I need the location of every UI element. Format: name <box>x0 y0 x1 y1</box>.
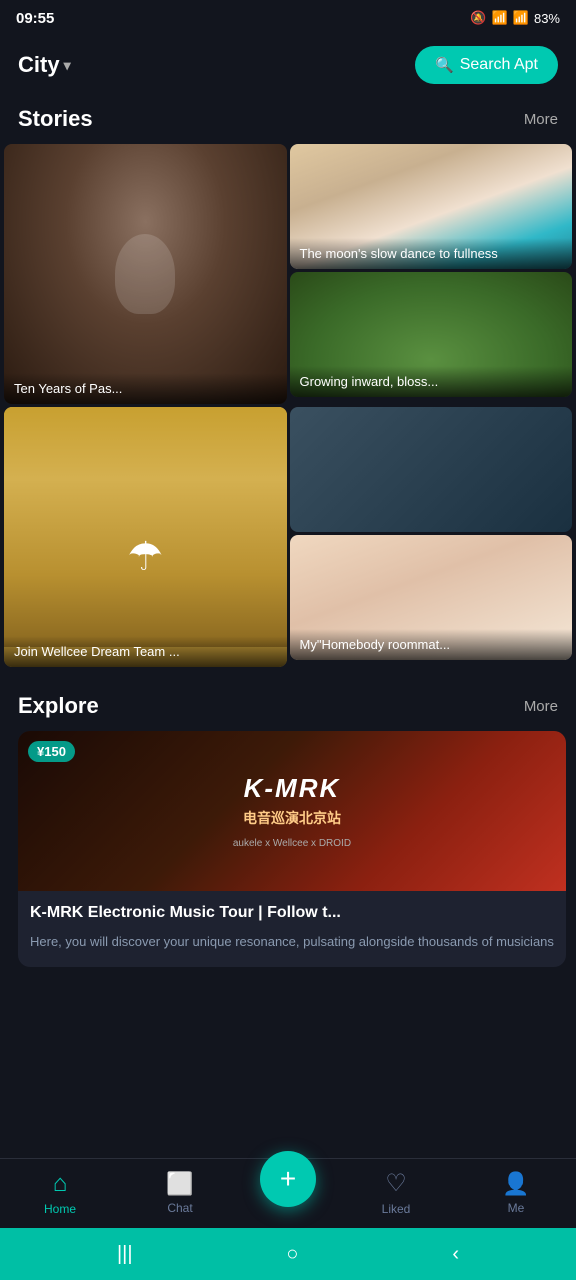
liked-label: Liked <box>382 1202 411 1216</box>
explore-card-desc-1: Here, you will discover your unique reso… <box>30 932 554 952</box>
home-icon: ⌂ <box>53 1170 68 1198</box>
story-image-5 <box>290 407 573 532</box>
story-label-4: Join Wellcee Dream Team ... <box>4 636 287 667</box>
city-selector[interactable]: City ▾ <box>18 52 71 78</box>
story-label-3: Growing inward, bloss... <box>290 366 573 397</box>
wifi-icon: 📶 <box>492 10 508 26</box>
plus-icon: + <box>280 1165 296 1193</box>
app-header: City ▾ 🔍 Search Apt <box>0 36 576 98</box>
system-back-button[interactable]: ‹ <box>452 1243 459 1266</box>
explore-cards-list[interactable]: K-MRK 电音巡演北京站 aukele x Wellcee x DROID ¥… <box>0 731 576 979</box>
status-time: 09:55 <box>16 10 54 27</box>
explore-card-1[interactable]: K-MRK 电音巡演北京站 aukele x Wellcee x DROID ¥… <box>18 731 566 967</box>
explore-title: Explore <box>18 693 99 719</box>
story-card-6[interactable]: My"Homebody roommat... <box>290 535 573 660</box>
explore-card-image-1: K-MRK 电音巡演北京站 aukele x Wellcee x DROID ¥… <box>18 731 566 891</box>
bottom-nav: ⌂ Home ⬜ Chat + ♡ Liked 👤 Me <box>0 1158 576 1228</box>
signal-icon: 📶 <box>513 10 529 26</box>
chat-label: Chat <box>167 1201 192 1215</box>
kmrk-title: K-MRK <box>244 773 341 804</box>
stories-more-link[interactable]: More <box>524 111 558 128</box>
nav-plus-button[interactable]: + <box>260 1151 316 1207</box>
nav-item-chat[interactable]: ⬜ Chat <box>140 1171 220 1215</box>
chevron-down-icon: ▾ <box>64 57 71 74</box>
system-nav-bar: ||| ○ ‹ <box>0 1228 576 1280</box>
me-label: Me <box>508 1201 525 1215</box>
system-pause-button[interactable]: ||| <box>117 1243 133 1266</box>
chat-icon: ⬜ <box>166 1171 193 1197</box>
profile-icon: 👤 <box>502 1171 529 1197</box>
heart-icon: ♡ <box>385 1169 407 1198</box>
main-content: Stories More Ten Years of Pas... <box>0 98 576 1109</box>
search-apt-button[interactable]: 🔍 Search Apt <box>415 46 558 84</box>
stories-grid: Ten Years of Pas... The moon's slow danc… <box>0 144 576 667</box>
explore-card-title-1: K-MRK Electronic Music Tour | Follow t..… <box>30 903 554 924</box>
story-label-5: My"Homebody roommat... <box>290 629 573 660</box>
story-card-2[interactable]: The moon's slow dance to fullness <box>290 144 573 269</box>
nav-item-home[interactable]: ⌂ Home <box>20 1170 100 1216</box>
kmrk-logos: aukele x Wellcee x DROID <box>233 838 351 849</box>
search-icon: 🔍 <box>435 56 454 74</box>
nav-item-liked[interactable]: ♡ Liked <box>356 1169 436 1216</box>
stories-section-header: Stories More <box>0 98 576 144</box>
explore-price-badge-1: ¥150 <box>28 741 75 762</box>
explore-section-header: Explore More <box>0 685 576 731</box>
story-card-3[interactable]: Growing inward, bloss... <box>290 272 573 397</box>
explore-card-body-1: K-MRK Electronic Music Tour | Follow t..… <box>18 891 566 967</box>
stories-title: Stories <box>18 106 93 132</box>
kmrk-subtitle: 电音巡演北京站 <box>243 808 341 828</box>
explore-section: Explore More K-MRK 电音巡演北京站 aukele x Well… <box>0 685 576 979</box>
story-label-1: Ten Years of Pas... <box>4 373 287 404</box>
battery-text: 83% <box>534 11 560 26</box>
search-apt-label: Search Apt <box>460 56 538 74</box>
nav-item-me[interactable]: 👤 Me <box>476 1171 556 1215</box>
home-label: Home <box>44 1202 76 1216</box>
system-home-button[interactable]: ○ <box>286 1243 298 1266</box>
status-icons: 🔕 📶 📶 83% <box>470 10 560 26</box>
mute-icon: 🔕 <box>470 10 486 26</box>
city-label: City <box>18 52 60 78</box>
story-label-2: The moon's slow dance to fullness <box>290 238 573 269</box>
kmrk-image: K-MRK 电音巡演北京站 aukele x Wellcee x DROID <box>18 731 566 891</box>
story-card-1[interactable]: Ten Years of Pas... <box>4 144 287 404</box>
story-card-4[interactable]: ☂ Join Wellcee Dream Team ... <box>4 407 287 667</box>
story-image-1 <box>4 144 287 404</box>
explore-more-link[interactable]: More <box>524 698 558 715</box>
story-image-4: ☂ <box>4 407 287 667</box>
status-bar: 09:55 🔕 📶 📶 83% <box>0 0 576 36</box>
story-card-5[interactable] <box>290 407 573 532</box>
